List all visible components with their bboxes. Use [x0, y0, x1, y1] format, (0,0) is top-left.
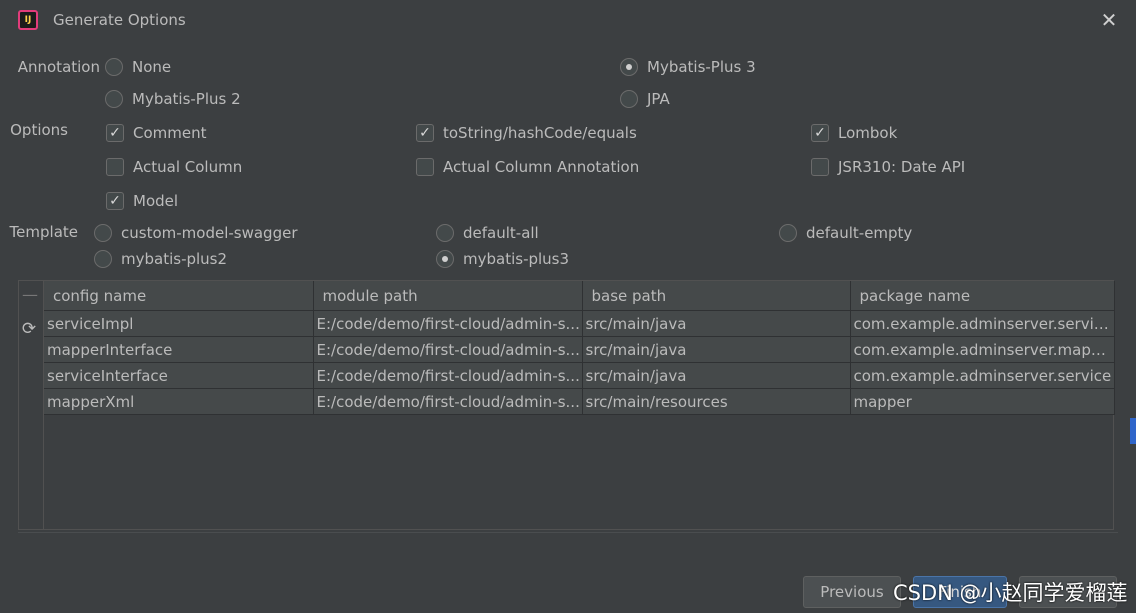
config-table: config name module path base path packag… — [44, 281, 1115, 415]
checkbox-empty-icon — [106, 158, 124, 176]
radio-icon — [94, 250, 112, 268]
annotation-jpa-radio[interactable]: JPA — [620, 90, 670, 108]
option-comment-checkbox[interactable]: ✓ Comment — [106, 124, 207, 142]
radio-label: mybatis-plus3 — [463, 250, 570, 268]
cell-package-name[interactable]: com.example.adminserver.mapper — [850, 336, 1115, 363]
checkbox-label: Comment — [133, 124, 207, 142]
checkbox-empty-icon — [416, 158, 434, 176]
option-model-checkbox[interactable]: ✓ Model — [106, 192, 178, 210]
background-scroll-marker — [1130, 418, 1136, 444]
cell-config-name[interactable]: serviceImpl — [44, 310, 314, 337]
cell-package-name[interactable]: mapper — [850, 388, 1115, 415]
column-header[interactable]: base path — [582, 281, 851, 311]
checkbox-label: JSR310: Date API — [838, 158, 966, 176]
checkbox-label: toString/hashCode/equals — [443, 124, 637, 142]
table-row[interactable]: serviceImpl E:/code/demo/first-cloud/adm… — [44, 310, 1115, 337]
footer-divider — [18, 532, 1118, 533]
radio-label: default-all — [463, 224, 539, 242]
annotation-mybatis-plus2-radio[interactable]: Mybatis-Plus 2 — [105, 90, 241, 108]
radio-label: mybatis-plus2 — [121, 250, 228, 268]
checkmark-icon: ✓ — [106, 124, 124, 142]
radio-label: JPA — [647, 90, 670, 108]
radio-icon — [779, 224, 797, 242]
radio-label: Mybatis-Plus 3 — [647, 58, 756, 76]
checkbox-label: Model — [133, 192, 179, 210]
column-header[interactable]: module path — [313, 281, 583, 311]
cell-config-name[interactable]: serviceInterface — [44, 362, 314, 389]
background-edge — [0, 422, 3, 440]
template-mybatis-plus2-radio[interactable]: mybatis-plus2 — [94, 250, 227, 268]
annotation-none-radio[interactable]: None — [105, 58, 171, 76]
template-label: Template — [9, 223, 78, 241]
cell-config-name[interactable]: mapperXml — [44, 388, 314, 415]
dialog-title: Generate Options — [53, 11, 186, 29]
checkmark-icon: ✓ — [811, 124, 829, 142]
radio-icon — [94, 224, 112, 242]
cell-config-name[interactable]: mapperInterface — [44, 336, 314, 363]
options-label: Options — [10, 121, 68, 139]
radio-label: default-empty — [806, 224, 913, 242]
radio-icon — [105, 90, 123, 108]
cell-base-path[interactable]: src/main/java — [582, 362, 851, 389]
table-row[interactable]: serviceInterface E:/code/demo/first-clou… — [44, 362, 1115, 389]
cell-module-path[interactable]: E:/code/demo/first-cloud/admin-s... — [313, 336, 583, 363]
cell-package-name[interactable]: com.example.adminserver.service — [850, 362, 1115, 389]
refresh-icon[interactable]: ⟳ — [19, 319, 39, 339]
cell-module-path[interactable]: E:/code/demo/first-cloud/admin-s... — [313, 388, 583, 415]
template-mybatis-plus3-radio[interactable]: mybatis-plus3 — [436, 250, 569, 268]
annotation-mybatis-plus3-radio[interactable]: Mybatis-Plus 3 — [620, 58, 756, 76]
previous-button[interactable]: Previous — [803, 576, 901, 608]
table-row[interactable]: mapperXml E:/code/demo/first-cloud/admin… — [44, 388, 1115, 415]
radio-label: None — [132, 58, 172, 76]
table-header: config name module path base path packag… — [44, 281, 1115, 311]
table-row[interactable]: mapperInterface E:/code/demo/first-cloud… — [44, 336, 1115, 363]
option-lombok-checkbox[interactable]: ✓ Lombok — [811, 124, 897, 142]
column-header[interactable]: package name — [850, 281, 1115, 311]
checkbox-label: Actual Column — [133, 158, 243, 176]
cell-package-name[interactable]: com.example.adminserver.service... — [850, 310, 1115, 337]
minus-icon[interactable]: — — [22, 287, 38, 303]
checkbox-empty-icon — [811, 158, 829, 176]
cell-module-path[interactable]: E:/code/demo/first-cloud/admin-s... — [313, 310, 583, 337]
option-actual-column-checkbox[interactable]: Actual Column — [106, 158, 242, 176]
cell-module-path[interactable]: E:/code/demo/first-cloud/admin-s... — [313, 362, 583, 389]
radio-selected-icon — [620, 58, 638, 76]
template-default-all-radio[interactable]: default-all — [436, 224, 539, 242]
checkbox-label: Actual Column Annotation — [443, 158, 640, 176]
option-jsr310-checkbox[interactable]: JSR310: Date API — [811, 158, 965, 176]
option-actual-column-annotation-checkbox[interactable]: Actual Column Annotation — [416, 158, 639, 176]
close-icon[interactable]: ✕ — [1099, 9, 1119, 31]
checkmark-icon: ✓ — [416, 124, 434, 142]
intellij-icon: IJ — [18, 10, 38, 30]
radio-icon — [436, 224, 454, 242]
radio-icon — [105, 58, 123, 76]
template-default-empty-radio[interactable]: default-empty — [779, 224, 912, 242]
annotation-label: Annotation — [17, 58, 100, 76]
radio-icon — [620, 90, 638, 108]
table-toolbar — [18, 280, 44, 530]
checkbox-label: Lombok — [838, 124, 898, 142]
radio-selected-icon — [436, 250, 454, 268]
template-custom-model-swagger-radio[interactable]: custom-model-swagger — [94, 224, 297, 242]
cell-base-path[interactable]: src/main/resources — [582, 388, 851, 415]
radio-label: Mybatis-Plus 2 — [132, 90, 241, 108]
checkmark-icon: ✓ — [106, 192, 124, 210]
radio-label: custom-model-swagger — [121, 224, 298, 242]
column-header[interactable]: config name — [44, 281, 314, 311]
option-tostring-checkbox[interactable]: ✓ toString/hashCode/equals — [416, 124, 637, 142]
watermark: CSDN @小赵同学爱榴莲 — [893, 581, 1128, 605]
cell-base-path[interactable]: src/main/java — [582, 310, 851, 337]
cell-base-path[interactable]: src/main/java — [582, 336, 851, 363]
